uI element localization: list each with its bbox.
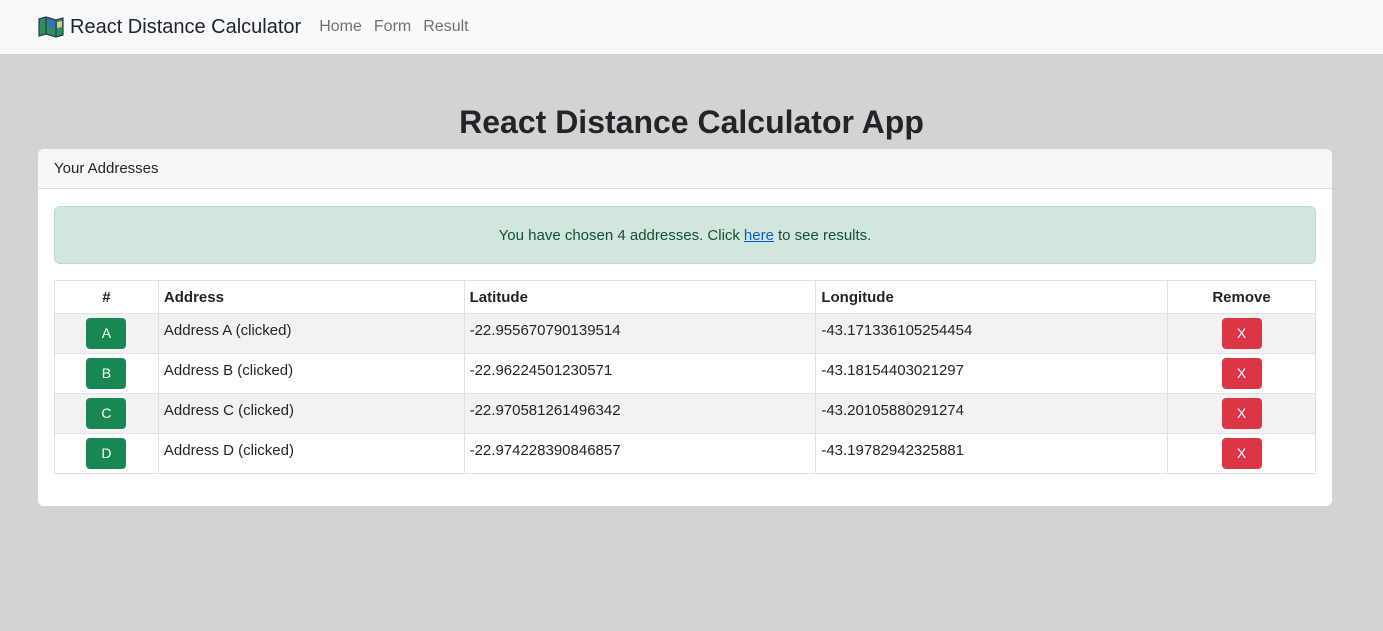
letter-cell: C bbox=[54, 393, 159, 434]
longitude-cell: -43.18154403021297 bbox=[815, 353, 1169, 394]
longitude-cell: -43.20105880291274 bbox=[815, 393, 1169, 434]
latitude-cell: -22.96224501230571 bbox=[463, 353, 817, 394]
remove-b-button[interactable]: X bbox=[1221, 358, 1262, 389]
remove-a-button[interactable]: X bbox=[1221, 318, 1262, 349]
brand-label: React Distance Calculator bbox=[70, 15, 302, 38]
navbar-brand[interactable]: React Distance Calculator bbox=[38, 16, 301, 39]
letter-cell: A bbox=[54, 313, 159, 354]
header-longitude: Longitude bbox=[815, 280, 1169, 314]
address-cell: Address B (clicked) bbox=[157, 353, 465, 394]
marker-b-button[interactable]: B bbox=[86, 358, 127, 389]
addresses-card: Your Addresses You have chosen 4 address… bbox=[38, 149, 1332, 506]
remove-cell: X bbox=[1167, 393, 1316, 434]
navbar: React Distance Calculator Home Form Resu… bbox=[0, 0, 1383, 54]
table-row: B Address B (clicked) -22.96224501230571… bbox=[54, 353, 1316, 394]
nav-form[interactable]: Form bbox=[368, 18, 417, 36]
marker-d-button[interactable]: D bbox=[86, 438, 127, 469]
remove-d-button[interactable]: X bbox=[1221, 438, 1262, 469]
latitude-cell: -22.974228390846857 bbox=[463, 433, 817, 474]
page-title: React Distance Calculator App bbox=[459, 104, 924, 140]
remove-cell: X bbox=[1167, 433, 1316, 474]
latitude-cell: -22.970581261496342 bbox=[463, 393, 817, 434]
card-header: Your Addresses bbox=[38, 149, 1332, 189]
marker-a-button[interactable]: A bbox=[86, 318, 127, 349]
alert-text-before: You have chosen 4 addresses. Click bbox=[498, 226, 740, 244]
letter-cell: D bbox=[54, 433, 159, 474]
header-address: Address bbox=[157, 280, 465, 314]
success-alert: You have chosen 4 addresses. Click here … bbox=[54, 206, 1316, 264]
remove-cell: X bbox=[1167, 353, 1316, 394]
remove-cell: X bbox=[1167, 313, 1316, 354]
addresses-table: # Address Latitude Longitude Remove A Ad… bbox=[54, 280, 1316, 474]
marker-c-button[interactable]: C bbox=[86, 398, 127, 429]
longitude-cell: -43.171336105254454 bbox=[815, 313, 1169, 354]
address-cell: Address C (clicked) bbox=[157, 393, 465, 434]
results-link[interactable]: here bbox=[744, 227, 774, 244]
remove-c-button[interactable]: X bbox=[1221, 398, 1262, 429]
header-latitude: Latitude bbox=[463, 280, 817, 314]
table-row: D Address D (clicked) -22.97422839084685… bbox=[54, 433, 1316, 474]
address-cell: Address A (clicked) bbox=[157, 313, 465, 354]
address-cell: Address D (clicked) bbox=[157, 433, 465, 474]
table-row: C Address C (clicked) -22.97058126149634… bbox=[54, 393, 1316, 434]
table-header-row: # Address Latitude Longitude Remove bbox=[54, 280, 1316, 314]
alert-text-after: to see results. bbox=[777, 226, 872, 244]
table-row: A Address A (clicked) -22.95567079013951… bbox=[54, 313, 1316, 354]
header-remove: Remove bbox=[1167, 280, 1316, 314]
nav-home[interactable]: Home bbox=[313, 18, 368, 36]
nav-result[interactable]: Result bbox=[417, 18, 474, 36]
letter-cell: B bbox=[54, 353, 159, 394]
latitude-cell: -22.955670790139514 bbox=[463, 313, 817, 354]
header-number: # bbox=[54, 280, 159, 314]
longitude-cell: -43.19782942325881 bbox=[815, 433, 1169, 474]
map-icon bbox=[38, 16, 64, 38]
